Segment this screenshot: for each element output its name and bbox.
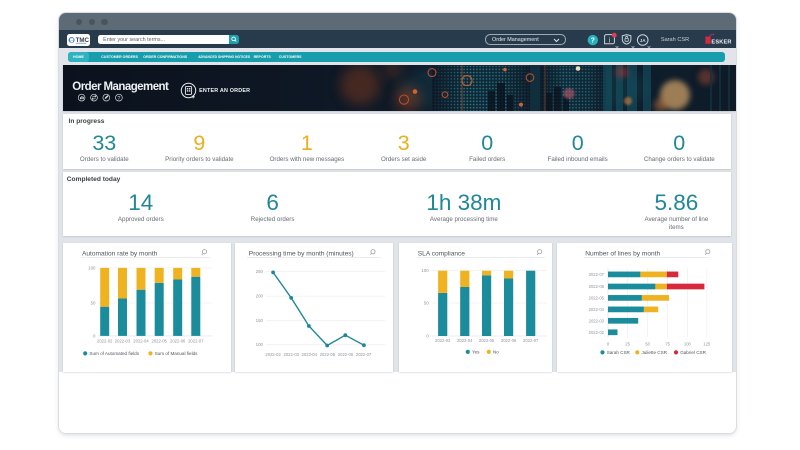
svg-text:?: ?	[591, 38, 595, 45]
svg-text:0: 0	[606, 341, 609, 346]
svg-text:2022-05: 2022-05	[588, 295, 604, 300]
svg-text:2022-06: 2022-06	[338, 352, 354, 357]
svg-text:2022-03: 2022-03	[284, 352, 300, 357]
svg-text:2022-04: 2022-04	[133, 339, 149, 344]
svg-text:0: 0	[93, 333, 96, 338]
svg-text:ESKER: ESKER	[711, 40, 731, 46]
svg-text:i: i	[609, 37, 611, 44]
svg-text:50: 50	[645, 341, 650, 346]
svg-text:Number of lines by month: Number of lines by month	[585, 250, 660, 257]
svg-text:125: 125	[703, 341, 711, 346]
svg-text:50: 50	[424, 301, 429, 306]
svg-text:?: ?	[118, 96, 121, 102]
svg-text:2022-03: 2022-03	[435, 338, 451, 343]
svg-text:25: 25	[625, 341, 630, 346]
svg-text:Sarah CSR: Sarah CSR	[606, 350, 630, 355]
svg-text:2022-02: 2022-02	[97, 339, 113, 344]
svg-text:2022-02: 2022-02	[588, 330, 604, 335]
svg-text:2022-06: 2022-06	[170, 339, 186, 344]
svg-text:200: 200	[256, 294, 264, 299]
svg-text:2022-04: 2022-04	[457, 338, 473, 343]
svg-text:2022-03: 2022-03	[115, 339, 131, 344]
svg-text:Yes: Yes	[472, 350, 480, 355]
svg-text:Sum of Automated fields: Sum of Automated fields	[89, 351, 139, 356]
svg-text:2022-07: 2022-07	[588, 272, 604, 277]
svg-text:2022-04: 2022-04	[588, 307, 604, 312]
svg-text:250: 250	[256, 269, 264, 274]
svg-text:Processing time by month (minu: Processing time by month (minutes)	[249, 250, 354, 257]
svg-text:2022-07: 2022-07	[188, 339, 204, 344]
svg-text:75: 75	[665, 341, 670, 346]
svg-text:100: 100	[88, 265, 96, 270]
svg-text:2022-05: 2022-05	[320, 352, 336, 357]
svg-text:2022-05: 2022-05	[479, 338, 495, 343]
svg-text:2022-02: 2022-02	[265, 352, 281, 357]
svg-text:Automation rate by month: Automation rate by month	[82, 250, 158, 257]
svg-text:100: 100	[421, 268, 429, 273]
svg-text:2022-06: 2022-06	[501, 338, 517, 343]
svg-text:2022-03: 2022-03	[588, 318, 604, 323]
svg-text:2022-07: 2022-07	[523, 338, 539, 343]
svg-text:Sum of Manual fields: Sum of Manual fields	[155, 351, 198, 356]
svg-text:100: 100	[683, 341, 691, 346]
svg-text:Gabriel CSR: Gabriel CSR	[680, 350, 706, 355]
svg-text:2022-06: 2022-06	[588, 284, 604, 289]
svg-text:0: 0	[426, 334, 429, 339]
svg-text:150: 150	[256, 318, 264, 323]
svg-text:No: No	[493, 350, 499, 355]
svg-text:SLA compliance: SLA compliance	[417, 250, 465, 257]
svg-text:2022-07: 2022-07	[356, 352, 372, 357]
svg-text:Juliette CSR: Juliette CSR	[641, 350, 667, 355]
svg-text:2022-04: 2022-04	[302, 352, 318, 357]
svg-text:2022-05: 2022-05	[152, 339, 168, 344]
svg-text:50: 50	[91, 300, 96, 305]
svg-text:JA: JA	[640, 38, 647, 43]
svg-text:100: 100	[256, 342, 264, 347]
